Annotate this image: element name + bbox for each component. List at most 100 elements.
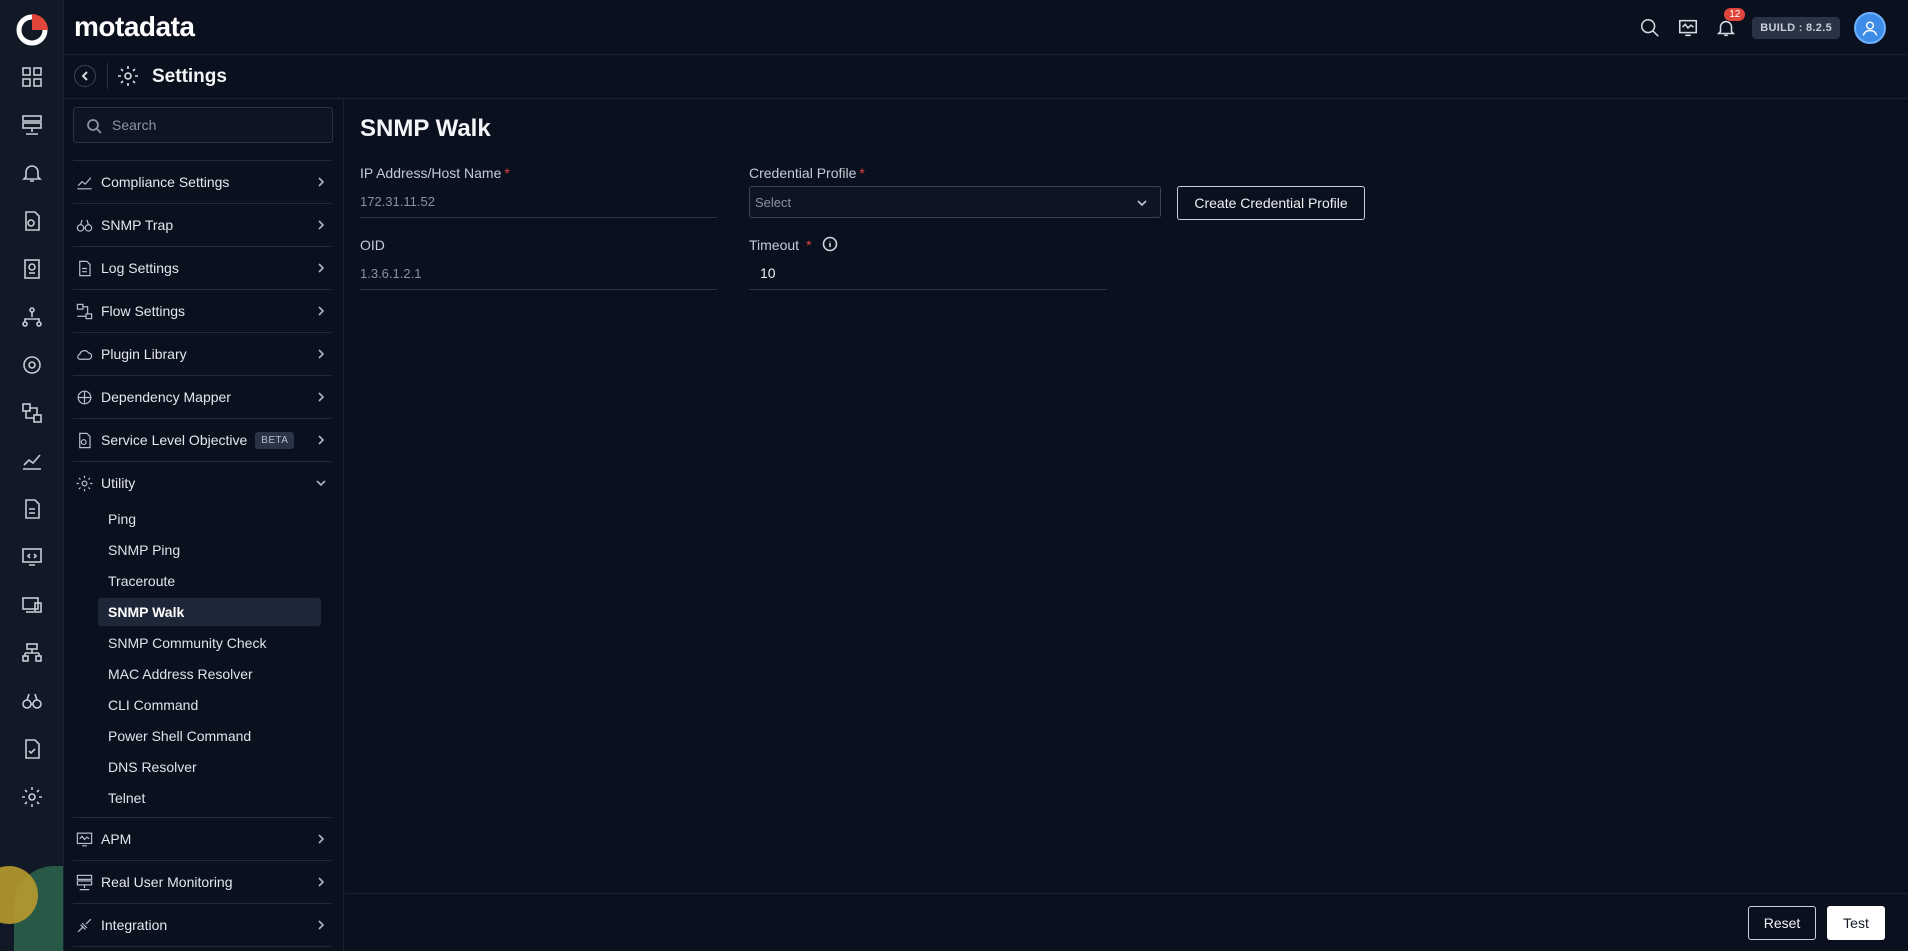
divider [107,63,108,89]
sidebar-subitem-cli-command[interactable]: CLI Command [98,691,321,719]
sidebar-item-label: Flow Settings [101,303,186,319]
user-avatar[interactable] [1854,12,1886,44]
timeout-label: Timeout * [749,237,812,253]
sidebar-item-dependency-mapper[interactable]: Dependency Mapper [73,376,331,418]
sidebar-item-log-settings[interactable]: Log Settings [73,247,331,289]
topology-icon[interactable] [18,303,46,331]
notification-count-badge: 12 [1724,8,1746,21]
back-button[interactable] [74,65,96,87]
reset-button[interactable]: Reset [1748,906,1816,940]
file-icon[interactable] [18,495,46,523]
slo-icon [73,429,95,451]
sidebar-item-integration[interactable]: Integration [73,904,331,946]
chevron-down-icon [1137,200,1147,207]
cloud-icon [73,343,95,365]
chevron-right-icon [315,304,327,316]
search-icon [87,119,102,134]
apm-icon [73,828,95,850]
page-section-title: Settings [152,66,227,87]
checklist-icon[interactable] [18,735,46,763]
workflow-icon[interactable] [18,399,46,427]
log-icon [73,257,95,279]
settings-gear-icon [116,64,140,88]
sidebar-subitem-ping[interactable]: Ping [98,505,321,533]
sidebar-item-label: Dependency Mapper [101,389,231,405]
top-bar: motadata 12 BUILD : 8.2.5 [64,0,1908,55]
sidebar-subitem-telnet[interactable]: Telnet [98,784,321,812]
sidebar-item-service-level-objective[interactable]: Service Level Objective BETA [73,419,331,461]
bell-icon[interactable] [18,159,46,187]
beta-badge: BETA [255,431,295,449]
sidebar-item-label: Plugin Library [101,346,187,362]
sidebar-item-label: Compliance Settings [101,174,230,190]
sidebar-item-label: Log Settings [101,260,179,276]
oid-label: OID [360,237,385,253]
sidebar-subitem-mac-address-resolver[interactable]: MAC Address Resolver [98,660,321,688]
ip-address-label: IP Address/Host Name * [360,165,510,181]
devices-icon[interactable] [18,591,46,619]
doc-search-icon[interactable] [18,207,46,235]
chevron-right-icon [315,218,327,230]
monitor-icon[interactable] [1676,16,1700,40]
dashboard-icon[interactable] [18,63,46,91]
sidebar-item-snmp-trap[interactable]: SNMP Trap [73,204,331,246]
divider [73,946,331,947]
report-icon[interactable] [18,255,46,283]
network-icon[interactable] [18,639,46,667]
page-title: SNMP Walk [360,115,491,142]
search-input[interactable] [112,108,322,142]
motadata-logo-icon[interactable] [14,12,50,48]
monitor-cycle-icon[interactable] [18,351,46,379]
flow-icon [73,300,95,322]
integration-icon [73,914,95,936]
sidebar-subitem-dns-resolver[interactable]: DNS Resolver [98,753,321,781]
main-content: SNMP Walk IP Address/Host Name * 172.31.1… [345,99,1908,894]
sidebar-item-apm[interactable]: APM [73,818,331,860]
sidebar-item-label: Service Level Objective [101,432,248,448]
chevron-right-icon [315,875,327,887]
sidebar-item-label: Integration [101,917,168,933]
sidebar-subitem-traceroute[interactable]: Traceroute [98,567,321,595]
notification-bell-icon[interactable]: 12 [1714,8,1746,40]
binoculars-icon [73,214,95,236]
chevron-right-icon [315,832,327,844]
ip-address-field[interactable]: 172.31.11.52 [360,194,717,218]
build-version-badge: BUILD : 8.2.5 [1752,17,1840,39]
sidebar-search[interactable] [73,107,333,143]
credential-profile-select[interactable]: Select [749,186,1161,218]
chevron-down-icon [315,476,327,488]
chevron-right-icon [315,918,327,930]
settings-sidebar: Compliance Settings SNMP Trap Log Settin… [64,99,344,951]
code-monitor-icon[interactable] [18,543,46,571]
sidebar-item-compliance-settings[interactable]: Compliance Settings [73,161,331,203]
sidebar-subitem-snmp-walk[interactable]: SNMP Walk [98,598,321,626]
sidebar-subitem-snmp-ping[interactable]: SNMP Ping [98,536,321,564]
sidebar-subitem-snmp-community-check[interactable]: SNMP Community Check [98,629,321,657]
create-credential-profile-button[interactable]: Create Credential Profile [1177,186,1365,220]
metrics-icon[interactable] [18,447,46,475]
sidebar-item-label: APM [101,831,132,847]
credential-profile-label: Credential Profile * [749,165,865,181]
dependency-icon [73,386,95,408]
sidebar-item-label: Real User Monitoring [101,874,233,890]
search-icon[interactable] [1638,16,1662,40]
timeout-field[interactable]: 10 [749,265,1107,290]
sidebar-item-utility[interactable]: Utility [73,462,331,504]
form-footer: Reset Test [345,893,1908,951]
sidebar-subitem-power-shell-command[interactable]: Power Shell Command [98,722,321,750]
binoculars-icon[interactable] [18,687,46,715]
oid-field[interactable]: 1.3.6.1.2.1 [360,266,717,290]
brand-wordmark: motadata [74,11,195,42]
sidebar-item-real-user-monitoring[interactable]: Real User Monitoring [73,861,331,903]
settings-gear-icon[interactable] [18,783,46,811]
chevron-right-icon [315,347,327,359]
info-icon[interactable] [822,236,838,252]
sidebar-item-plugin-library[interactable]: Plugin Library [73,333,331,375]
rum-icon [73,871,95,893]
server-rack-icon[interactable] [18,111,46,139]
sidebar-item-flow-settings[interactable]: Flow Settings [73,290,331,332]
utility-icon [73,472,95,494]
test-button[interactable]: Test [1827,906,1885,940]
sidebar-item-label: SNMP Trap [101,217,174,233]
chevron-right-icon [315,261,327,273]
